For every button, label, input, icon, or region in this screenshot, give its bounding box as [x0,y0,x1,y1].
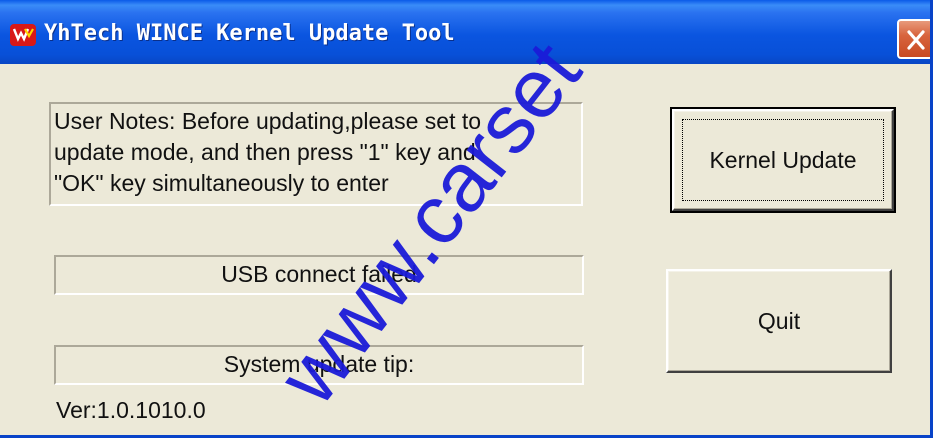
app-window: YhTech WINCE Kernel Update Tool User Not… [0,0,933,438]
close-icon [907,30,925,50]
update-tip-field: System update tip: [54,345,584,385]
kernel-update-label: Kernel Update [709,147,857,173]
quit-label: Quit [757,308,801,334]
quit-button[interactable]: Quit [666,269,892,373]
close-button[interactable] [897,19,930,59]
user-notes-text: User Notes: Before updating,please set t… [54,108,482,196]
title-bar[interactable]: YhTech WINCE Kernel Update Tool [0,0,930,64]
user-notes-panel: User Notes: Before updating,please set t… [49,102,583,206]
kernel-update-button[interactable]: Kernel Update [670,107,896,213]
version-label: Ver:1.0.1010.0 [56,397,206,423]
app-logo-icon [10,24,36,46]
usb-status-field: USB connect failed [54,255,584,295]
window-title: YhTech WINCE Kernel Update Tool [44,21,455,46]
